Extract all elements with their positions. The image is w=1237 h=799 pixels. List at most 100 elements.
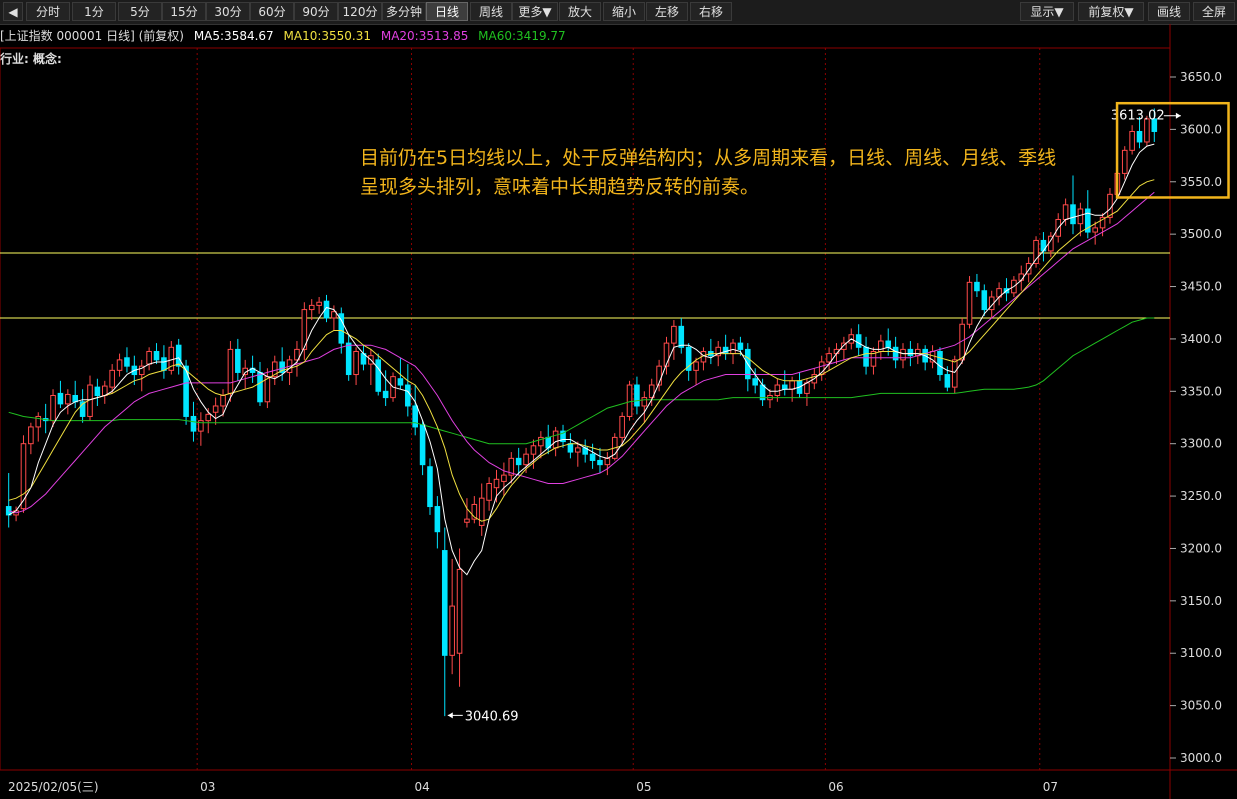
candle-body [855,334,862,348]
candle-body [685,346,692,371]
candle-body [175,344,182,367]
candle-body [1018,273,1025,281]
candle-body [205,413,212,422]
candle-body [951,359,958,388]
candle-body [382,390,389,399]
candle-body [974,281,980,292]
candle-body [530,445,537,455]
y-tick-label: 3050.0 [1180,699,1222,713]
candle-body [552,430,559,449]
candle-body [966,281,973,325]
candle-body [493,478,500,489]
candle-body [397,378,404,386]
max-arrow-head [1175,112,1181,119]
candle-body [153,350,160,361]
x-tick-label: 05 [636,780,651,794]
candle-body [190,415,197,432]
candle-body [671,325,677,344]
x-tick-label: 07 [1043,780,1058,794]
y-tick-label: 3450.0 [1180,280,1222,294]
x-tick-label: 06 [828,780,843,794]
candle-body [641,397,648,407]
candle-body [116,359,123,371]
candle-body [227,348,234,394]
candle-body [449,605,455,656]
y-tick-label: 3550.0 [1180,175,1222,189]
candle-body [146,350,152,365]
candle-body [316,301,322,306]
y-tick-label: 3600.0 [1180,122,1222,136]
candle-body [693,361,699,371]
y-tick-label: 3250.0 [1180,489,1222,503]
candle-body [20,443,27,510]
candle-body [264,376,271,403]
candle-body [597,459,603,466]
candle-body [501,474,507,482]
candle-body [1062,204,1069,220]
candle-body [567,443,574,453]
candle-body [161,357,167,371]
candle-body [981,290,988,311]
y-tick-label: 3500.0 [1180,227,1222,241]
candle-body [65,393,71,405]
candle-body [220,394,226,407]
candle-body [109,369,115,388]
candle-body [937,350,943,376]
candle-body [375,359,382,392]
candle-body [28,426,34,445]
candle-body [50,394,56,422]
candle-body [589,453,596,461]
y-tick-label: 3200.0 [1180,541,1222,555]
candle-body [663,342,670,367]
candle-body [434,506,441,533]
y-tick-label: 3300.0 [1180,437,1222,451]
candle-body [427,466,433,508]
candle-body [737,342,744,350]
min-arrow-head [447,712,453,719]
y-tick-label: 3000.0 [1180,751,1222,765]
x-tick-label: 04 [415,780,430,794]
candle-body [419,424,426,466]
candle-body [1121,149,1128,174]
candle-body [774,384,781,396]
candle-body [634,384,640,407]
candle-body [1136,130,1143,143]
candle-body [604,457,611,466]
candle-body [575,447,581,453]
candle-body [619,415,625,438]
candle-body [456,568,463,654]
candle-body [345,342,352,376]
candle-body [1070,204,1076,225]
x-tick-label: 2025/02/05(三) [8,780,99,794]
y-tick-label: 3100.0 [1180,646,1222,660]
candle-body [752,378,758,386]
candle-body [781,384,788,390]
candle-body [464,518,470,523]
candle-body [257,371,263,403]
x-tick-label: 03 [200,780,215,794]
candle-body [730,342,736,355]
candle-body [57,392,64,405]
candle-body [863,346,869,367]
candle-body [944,374,951,388]
y-tick-label: 3150.0 [1180,594,1222,608]
candle-body [678,325,685,348]
annotation-text: 目前仍在5日均线以上，处于反弹结构内；从多周期来看，日线、周线、月线、季线呈现多… [360,147,1057,198]
candle-body [405,384,411,407]
candle-body [907,348,914,357]
candlestick-chart[interactable]: 3000.0 3050.0 3100.0 3150.0 3200.0 3250.0 3300… [0,0,1237,799]
candle-body [1092,227,1098,233]
candle-body [804,382,810,394]
candle-body [722,346,729,355]
candle-body [412,405,418,428]
candle-body [308,304,315,311]
y-tick-label: 3350.0 [1180,384,1222,398]
candle-body [441,550,448,656]
min-value-label: 3040.69 [465,709,519,724]
candle-body [626,384,633,417]
candle-body [124,357,130,367]
candle-body [826,353,832,363]
candle-body [523,453,529,466]
max-value-label: 3613.02 [1111,109,1165,124]
candle-body [900,348,906,361]
